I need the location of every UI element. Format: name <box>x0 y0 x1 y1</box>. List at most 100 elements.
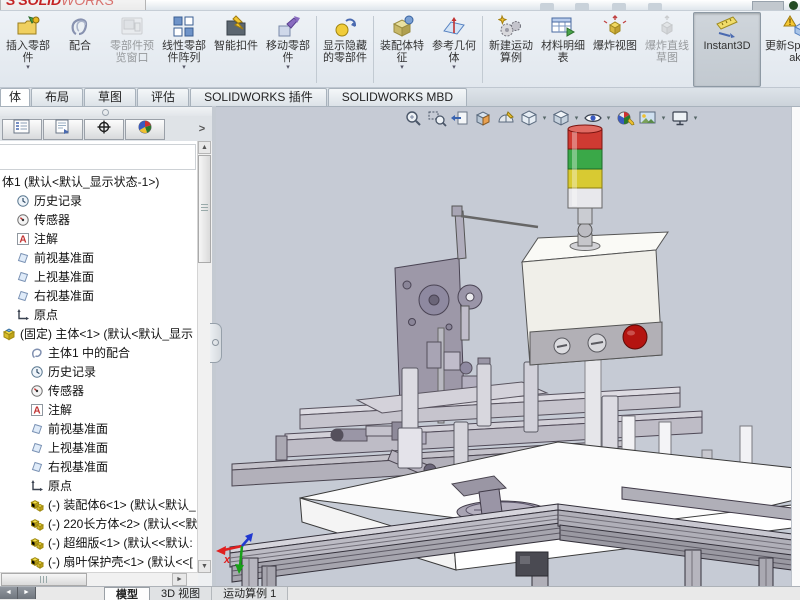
horizontal-scroll-thumb[interactable] <box>1 573 87 586</box>
tree-item[interactable]: 传感器 <box>0 210 198 229</box>
dropdown-arrow-icon[interactable]: ▾ <box>26 64 30 73</box>
speedpak-icon: ! <box>782 14 800 40</box>
edit-appearance-icon[interactable] <box>613 108 636 128</box>
tree-item[interactable]: (-) 超细版<1> (默认<<默认: <box>0 533 198 552</box>
bottom-tab-2[interactable]: 运动算例 1 <box>212 587 288 600</box>
tab-solidworks-mbd[interactable]: SOLIDWORKS MBD <box>328 88 467 106</box>
configuration-manager-tab[interactable] <box>84 119 124 140</box>
next-study-button[interactable]: ► <box>18 587 36 599</box>
scroll-right-button[interactable]: ► <box>172 573 187 586</box>
view-settings-icon[interactable] <box>668 108 691 128</box>
tree-item[interactable]: 右视基准面 <box>0 286 198 305</box>
section-view-icon[interactable] <box>471 108 494 128</box>
dropdown-arrow-icon[interactable]: ▾ <box>659 114 668 122</box>
tree-item[interactable]: 传感器 <box>0 381 198 400</box>
show-hidden-components-label: 显示隐藏的零部件 <box>322 40 368 64</box>
tree-item[interactable]: (固定) 主体<1> (默认<默认_显示 <box>0 324 198 343</box>
view-orientation-icon[interactable] <box>517 108 540 128</box>
prev-study-button[interactable]: ◄ <box>0 587 18 599</box>
instant3d-button[interactable]: Instant3D <box>693 12 761 87</box>
tree-item[interactable]: A注解 <box>0 229 198 248</box>
reference-geometry-button[interactable]: 参考几何体▾ <box>428 12 480 87</box>
tree-item-label: 体1 (默认<默认_显示状态-1>) <box>2 173 159 190</box>
tree-item[interactable]: (-) 220长方体<2> (默认<<默 <box>0 514 198 533</box>
dropdown-arrow-icon[interactable]: ▾ <box>400 64 404 73</box>
scroll-down-button[interactable]: ▼ <box>198 560 211 573</box>
tab-sketch[interactable]: 草图 <box>84 88 136 106</box>
tree-item-label: 右视基准面 <box>48 458 108 475</box>
update-speedpak-button[interactable]: !更新Speedpak <box>761 12 800 87</box>
move-component-button[interactable]: 移动零部件▾ <box>262 12 314 87</box>
panel-splitter-grip[interactable] <box>210 323 222 363</box>
tree-item[interactable]: 上视基准面 <box>0 267 198 286</box>
property-manager-tab[interactable] <box>43 119 83 140</box>
bottom-tab-0[interactable]: 模型 <box>104 587 150 600</box>
tree-item[interactable]: 历史记录 <box>0 362 198 381</box>
tab-assembly[interactable]: 体 <box>0 88 30 106</box>
viewport-3d[interactable]: ▾ ▾ ▾ ▾ ▾ <box>216 106 800 587</box>
sketch-settings-icon[interactable] <box>494 108 517 128</box>
dropdown-arrow-icon[interactable]: ▾ <box>691 114 700 122</box>
tree-horizontal-scrollbar[interactable]: ► <box>0 572 198 587</box>
bill-of-materials-button[interactable]: 材料明细表 <box>537 12 589 87</box>
apply-scene-icon[interactable] <box>636 108 659 128</box>
new-motion-study-button[interactable]: 新建运动算例 <box>485 12 537 87</box>
quickbar-icon[interactable] <box>612 3 626 10</box>
instant3d-icon <box>714 14 740 40</box>
tree-item[interactable]: 前视基准面 <box>0 419 198 438</box>
vertical-scroll-thumb[interactable] <box>198 155 211 263</box>
tree-item[interactable]: 前视基准面 <box>0 248 198 267</box>
tree-item[interactable]: 体1 (默认<默认_显示状态-1>) <box>0 172 198 191</box>
tab-solidworks-addins[interactable]: SOLIDWORKS 插件 <box>190 88 327 106</box>
new-motion-study-label: 新建运动算例 <box>488 40 534 64</box>
dropdown-arrow-icon[interactable]: ▾ <box>452 64 456 73</box>
help-icon[interactable] <box>789 1 798 10</box>
zoom-to-fit-icon[interactable] <box>402 108 425 128</box>
mates-icon <box>30 346 44 360</box>
assembly-features-button[interactable]: 装配体特征▾ <box>376 12 428 87</box>
tab-layout[interactable]: 布局 <box>31 88 83 106</box>
insert-components-button[interactable]: 插入零部件▾ <box>2 12 54 87</box>
tree-item[interactable]: A注解 <box>0 400 198 419</box>
panel-expand-arrow[interactable]: > <box>194 123 210 135</box>
hide-show-items-icon[interactable] <box>581 108 604 128</box>
dropdown-arrow-icon[interactable]: ▾ <box>572 114 581 122</box>
dropdown-arrow-icon[interactable]: ▾ <box>286 64 290 73</box>
tab-evaluate[interactable]: 评估 <box>137 88 189 106</box>
quickbar-icon[interactable] <box>540 3 554 10</box>
quickbar-icon[interactable] <box>648 3 662 10</box>
scroll-up-button[interactable]: ▲ <box>198 141 211 154</box>
display-style-icon[interactable] <box>549 108 572 128</box>
ribbon-separator <box>482 16 483 83</box>
bottom-tab-1[interactable]: 3D 视图 <box>150 587 212 600</box>
smart-fasteners-button[interactable]: 智能扣件 <box>210 12 262 87</box>
mate-button[interactable]: 配合 <box>54 12 106 87</box>
assembly-icon <box>30 517 44 531</box>
tree-item-label: 上视基准面 <box>34 268 94 285</box>
tree-item[interactable]: (-) 扇叶保护壳<1> (默认<<[ <box>0 552 198 571</box>
panel-collapse-handle[interactable] <box>0 106 212 116</box>
tree-item[interactable]: 历史记录 <box>0 191 198 210</box>
dropdown-arrow-icon[interactable]: ▾ <box>604 114 613 122</box>
previous-view-icon[interactable] <box>448 108 471 128</box>
feature-manager-tab[interactable] <box>2 119 42 140</box>
exploded-view-button[interactable]: 爆炸视图 <box>589 12 641 87</box>
quickbar-icon[interactable] <box>575 3 589 10</box>
options-toggle[interactable] <box>752 1 784 11</box>
tree-item[interactable]: 原点 <box>0 305 198 324</box>
zoom-to-area-icon[interactable] <box>425 108 448 128</box>
show-hidden-components-button[interactable]: 显示隐藏的零部件 <box>319 12 371 87</box>
tree-item[interactable]: (-) 装配体6<1> (默认<默认_ <box>0 495 198 514</box>
ribbon-toolbar: 插入零部件▾配合零部件预览窗口线性零部件阵列▾智能扣件移动零部件▾显示隐藏的零部… <box>0 10 800 88</box>
dropdown-arrow-icon[interactable]: ▾ <box>182 64 186 73</box>
tree-item[interactable]: 右视基准面 <box>0 457 198 476</box>
tree-item[interactable]: 主体1 中的配合 <box>0 343 198 362</box>
linear-component-pattern-button[interactable]: 线性零部件阵列▾ <box>158 12 210 87</box>
insert-icon <box>15 14 41 40</box>
tree-item[interactable]: 原点 <box>0 476 198 495</box>
command-tabs: 体布局草图评估SOLIDWORKS 插件SOLIDWORKS MBD <box>0 88 800 107</box>
dropdown-arrow-icon[interactable]: ▾ <box>540 114 549 122</box>
tree-item[interactable]: 上视基准面 <box>0 438 198 457</box>
task-pane-edge[interactable] <box>791 106 800 587</box>
display-manager-tab[interactable] <box>125 119 165 140</box>
